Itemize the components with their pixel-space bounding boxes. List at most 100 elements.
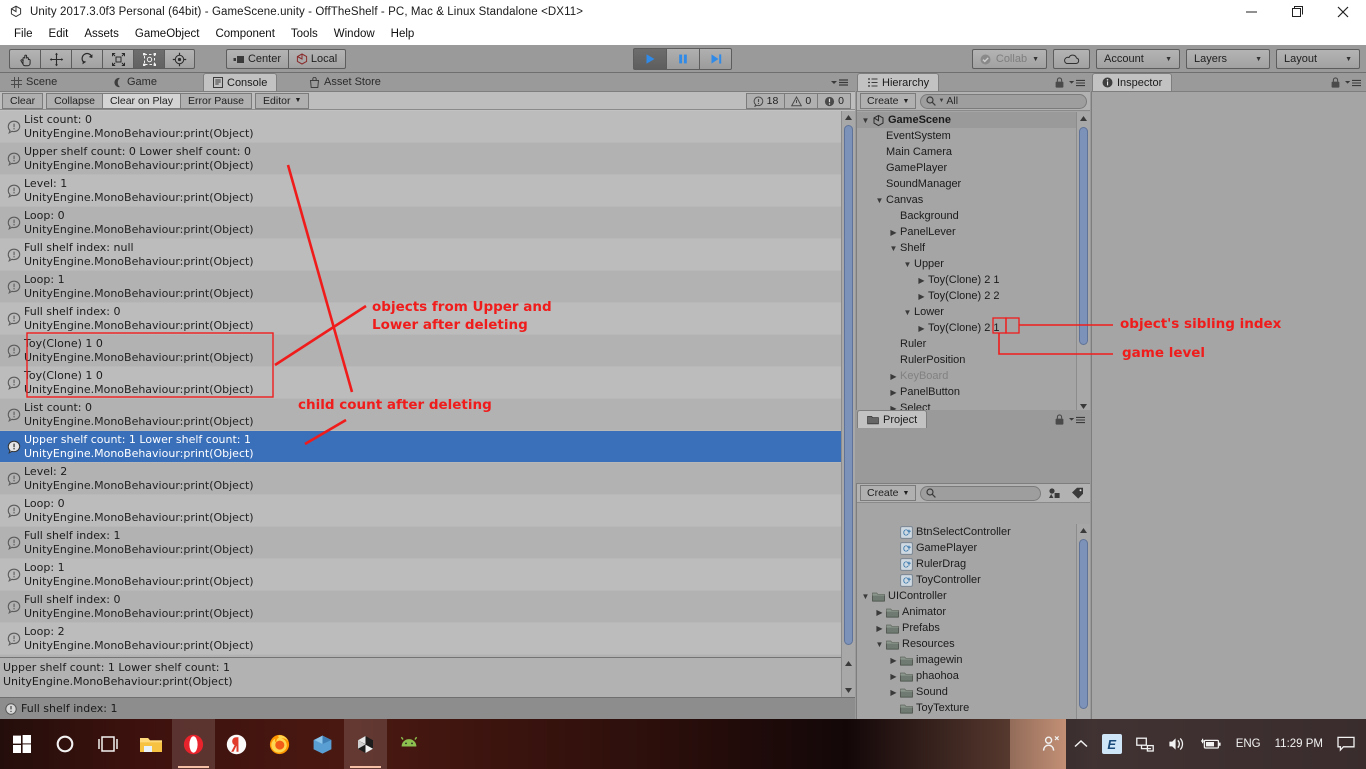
warning-counter[interactable]: 0 — [784, 93, 818, 109]
menu-item-help[interactable]: Help — [383, 26, 423, 42]
detail-scrollbar[interactable] — [841, 657, 855, 697]
chevron-right-icon[interactable]: ▶ — [873, 608, 886, 617]
editor-dropdown[interactable]: Editor ▼ — [255, 92, 310, 109]
hierarchy-item[interactable]: ▼ Lower — [857, 304, 1077, 320]
unity-editor-icon[interactable] — [344, 719, 387, 769]
hierarchy-item[interactable]: ▶Ruler — [857, 336, 1077, 352]
hierarchy-item[interactable]: ▼ Canvas — [857, 192, 1077, 208]
console-log-row[interactable]: Toy(Clone) 1 0 UnityEngine.MonoBehaviour:… — [0, 367, 841, 399]
hand-tool-icon[interactable] — [9, 49, 40, 69]
menu-item-edit[interactable]: Edit — [41, 26, 77, 42]
hierarchy-item[interactable]: ▶ PanelLever — [857, 224, 1077, 240]
console-log-row[interactable]: Level: 1 UnityEngine.MonoBehaviour:print(… — [0, 175, 841, 207]
yandex-browser-icon[interactable] — [215, 719, 258, 769]
android-studio-icon[interactable] — [387, 719, 430, 769]
scrollbar-thumb[interactable] — [1079, 127, 1088, 345]
scale-tool-icon[interactable] — [102, 49, 133, 69]
scroll-down-icon[interactable] — [842, 684, 855, 697]
minimize-icon[interactable] — [1228, 0, 1274, 23]
project-item[interactable]: ▼ UIController — [857, 588, 1077, 604]
console-log-row[interactable]: Loop: 1 UnityEngine.MonoBehaviour:print(O… — [0, 559, 841, 591]
project-item[interactable]: ▶C ToyController — [857, 572, 1077, 588]
chevron-down-icon[interactable]: ▼ — [873, 640, 886, 649]
chevron-right-icon[interactable]: ▶ — [915, 292, 928, 301]
info-counter[interactable]: 18 — [745, 93, 785, 109]
hierarchy-item[interactable]: ▼ GameScene — [857, 112, 1077, 128]
chevron-right-icon[interactable]: ▶ — [873, 624, 886, 633]
hierarchy-create-button[interactable]: Create ▼ — [860, 93, 917, 109]
filter-type-icon[interactable] — [1045, 487, 1064, 499]
hierarchy-item[interactable]: ▶ KeyBoard — [857, 368, 1077, 384]
chevron-down-icon[interactable]: ▼ — [901, 308, 914, 317]
tab-hierarchy[interactable]: Hierarchy — [857, 73, 940, 91]
menu-item-gameobject[interactable]: GameObject — [127, 26, 208, 42]
chevron-right-icon[interactable]: ▶ — [915, 276, 928, 285]
scroll-up-icon[interactable] — [1077, 524, 1090, 537]
tab-asset-store[interactable]: Asset Store — [300, 73, 390, 91]
play-icon[interactable] — [633, 48, 666, 70]
ime-indicator[interactable]: E — [1095, 719, 1129, 769]
chevron-right-icon[interactable]: ▶ — [887, 228, 900, 237]
hierarchy-item[interactable]: ▶ Toy(Clone) 2 1 — [857, 272, 1077, 288]
panel-options-icon[interactable] — [1068, 412, 1086, 430]
hierarchy-scrollbar[interactable] — [1076, 112, 1090, 413]
network-icon[interactable] — [1129, 719, 1161, 769]
pause-icon[interactable] — [666, 48, 699, 70]
console-log-row[interactable]: List count: 0 UnityEngine.MonoBehaviour:p… — [0, 111, 841, 143]
hierarchy-item[interactable]: ▶ Toy(Clone) 2 2 — [857, 288, 1077, 304]
hierarchy-item[interactable]: ▶Main Camera — [857, 144, 1077, 160]
chevron-right-icon[interactable]: ▶ — [887, 372, 900, 381]
clear-button[interactable]: Clear — [2, 92, 44, 109]
project-item[interactable]: ▶ Animator — [857, 604, 1077, 620]
hierarchy-item[interactable]: ▶ Toy(Clone) 2 1 — [857, 320, 1077, 336]
action-center-icon[interactable] — [1330, 719, 1362, 769]
people-share-icon[interactable] — [1035, 719, 1067, 769]
project-item[interactable]: ▶C BtnSelectController — [857, 524, 1077, 540]
collapse-button[interactable]: Collapse — [46, 92, 102, 109]
project-item[interactable]: ▶ Prefabs — [857, 620, 1077, 636]
chevron-down-icon[interactable]: ▼ — [873, 196, 886, 205]
tab-scene[interactable]: Scene — [2, 73, 67, 91]
collab-button[interactable]: Collab ▼ — [971, 49, 1047, 69]
chevron-right-icon[interactable]: ▶ — [887, 672, 900, 681]
visual-studio-icon[interactable] — [301, 719, 344, 769]
console-scrollbar[interactable] — [841, 111, 855, 678]
hierarchy-item[interactable]: ▶RulerPosition — [857, 352, 1077, 368]
rotation-local-button[interactable]: Local — [288, 49, 346, 69]
taskbar-clock[interactable]: 11:29 PM — [1268, 719, 1330, 769]
console-status-bar[interactable]: Full shelf index: 1 — [0, 697, 855, 719]
menu-item-component[interactable]: Component — [207, 26, 282, 42]
hierarchy-item[interactable]: ▼ Upper — [857, 256, 1077, 272]
firefox-browser-icon[interactable] — [258, 719, 301, 769]
console-log-row[interactable]: Loop: 2 UnityEngine.MonoBehaviour:print(O… — [0, 623, 841, 655]
task-view-icon[interactable] — [86, 719, 129, 769]
console-detail-pane[interactable]: Upper shelf count: 1 Lower shelf count: … — [0, 657, 841, 697]
volume-icon[interactable] — [1161, 719, 1193, 769]
chevron-right-icon[interactable]: ▶ — [915, 324, 928, 333]
chevron-down-icon[interactable]: ▼ — [859, 592, 872, 601]
chevron-right-icon[interactable]: ▶ — [887, 656, 900, 665]
move-tool-icon[interactable] — [40, 49, 71, 69]
lock-icon[interactable] — [1055, 412, 1064, 430]
console-log-row[interactable]: Level: 2 UnityEngine.MonoBehaviour:print(… — [0, 463, 841, 495]
chevron-down-icon[interactable]: ▼ — [887, 244, 900, 253]
chevron-down-icon[interactable]: ▼ — [901, 260, 914, 269]
pivot-center-button[interactable]: Center — [226, 49, 288, 69]
menu-item-window[interactable]: Window — [326, 26, 383, 42]
console-log-row[interactable]: Upper shelf count: 1 Lower shelf count: … — [0, 431, 841, 463]
hierarchy-tree[interactable]: ▼GameScene▶EventSystem▶Main Camera▶GameP… — [857, 112, 1077, 413]
menu-item-assets[interactable]: Assets — [76, 26, 127, 42]
battery-icon[interactable] — [1193, 719, 1229, 769]
close-icon[interactable] — [1320, 0, 1366, 23]
project-search-input[interactable] — [920, 485, 1041, 501]
project-item[interactable]: ▶C RulerDrag — [857, 556, 1077, 572]
scroll-up-icon[interactable] — [842, 111, 855, 124]
file-explorer-icon[interactable] — [129, 719, 172, 769]
menu-item-file[interactable]: File — [6, 26, 41, 42]
hierarchy-item[interactable]: ▶EventSystem — [857, 128, 1077, 144]
project-item[interactable]: ▶ imagewin — [857, 652, 1077, 668]
cortana-circle-icon[interactable] — [43, 719, 86, 769]
panel-options-icon[interactable] — [829, 77, 849, 90]
console-log-row[interactable]: Loop: 0 UnityEngine.MonoBehaviour:print(O… — [0, 207, 841, 239]
rect-tool-icon[interactable] — [133, 49, 164, 69]
